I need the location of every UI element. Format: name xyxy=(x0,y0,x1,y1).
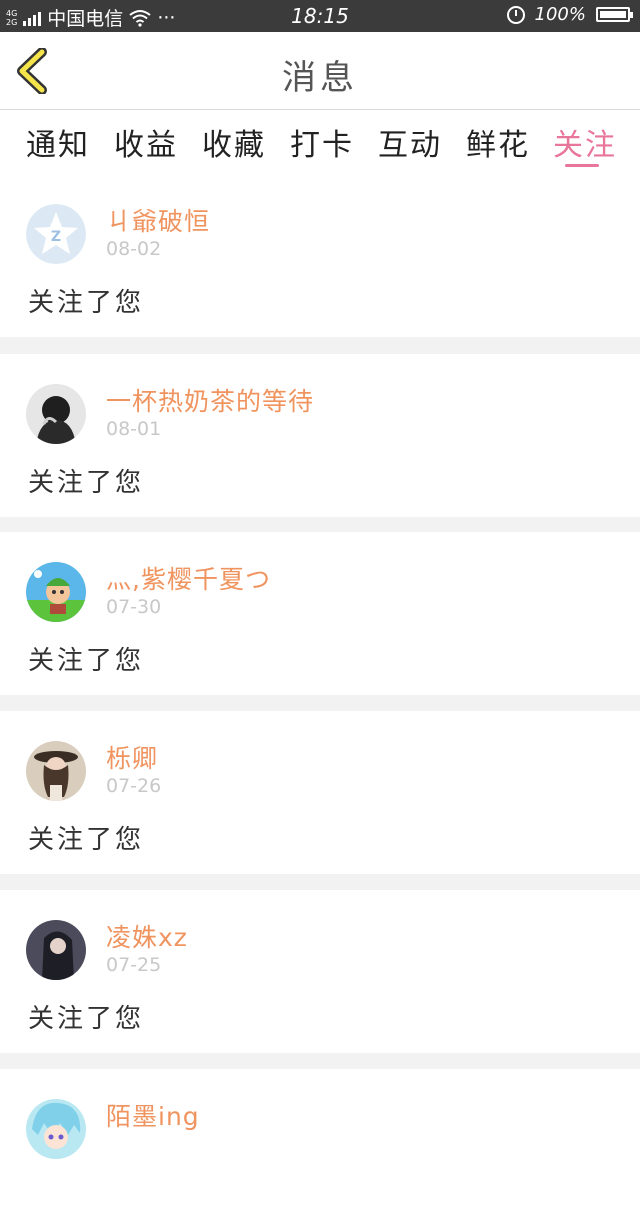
battery-percent: 100% xyxy=(534,4,586,25)
list-item[interactable]: 凌姝xz 07-25 关注了您 xyxy=(0,890,640,1053)
avatar[interactable] xyxy=(26,920,86,980)
list-item[interactable]: 灬,紫樱千夏つ 07-30 关注了您 xyxy=(0,532,640,695)
username[interactable]: 灬,紫樱千夏つ xyxy=(106,560,271,596)
username[interactable]: 陌墨ing xyxy=(106,1097,200,1133)
message-date: 07-26 xyxy=(106,775,162,797)
message-text: 关注了您 xyxy=(28,288,145,318)
message-text: 关注了您 xyxy=(28,825,145,855)
tab-following[interactable]: 关注 xyxy=(553,120,617,164)
avatar[interactable] xyxy=(26,562,86,622)
avatar[interactable]: Z xyxy=(26,204,86,264)
nav-bar: 消息 xyxy=(0,32,640,110)
battery-icon xyxy=(596,7,633,22)
active-tab-indicator xyxy=(565,164,599,167)
message-text: 关注了您 xyxy=(28,468,145,498)
tab-flowers[interactable]: 鲜花 xyxy=(466,120,530,164)
avatar[interactable] xyxy=(26,741,86,801)
status-bar: 4G 2G 中国电信 ··· 18:15 100% xyxy=(0,0,640,32)
message-text: 关注了您 xyxy=(28,646,145,676)
tab-interactions[interactable]: 互动 xyxy=(378,120,442,164)
username[interactable]: 凌姝xz xyxy=(106,918,188,954)
username[interactable]: ㄐ爺破恒 xyxy=(106,202,210,238)
default-avatar-icon: Z xyxy=(26,204,86,264)
tab-favorites[interactable]: 收藏 xyxy=(202,120,266,164)
cartoon-avatar xyxy=(26,562,86,622)
username[interactable]: 一杯热奶茶的等待 xyxy=(106,382,314,418)
avatar[interactable] xyxy=(26,1099,86,1159)
tab-earnings[interactable]: 收益 xyxy=(114,120,178,164)
user-photo xyxy=(26,384,86,444)
list-item[interactable]: 陌墨ing xyxy=(0,1069,640,1232)
message-date: 07-30 xyxy=(106,596,162,618)
list-item[interactable]: Z ㄐ爺破恒 08-02 关注了您 xyxy=(0,174,640,337)
list-item[interactable]: 一杯热奶茶的等待 08-01 关注了您 xyxy=(0,354,640,517)
anime-avatar xyxy=(26,1099,86,1159)
alarm-icon xyxy=(506,5,525,24)
page-title: 消息 xyxy=(282,58,358,98)
user-photo xyxy=(26,920,86,980)
message-date: 08-02 xyxy=(106,238,162,260)
tab-notifications[interactable]: 通知 xyxy=(26,120,90,164)
tab-checkin[interactable]: 打卡 xyxy=(290,120,354,164)
svg-text:Z: Z xyxy=(51,229,61,245)
username[interactable]: 栎卿 xyxy=(106,739,158,775)
message-date: 08-01 xyxy=(106,418,162,440)
message-text: 关注了您 xyxy=(28,1004,145,1034)
status-bar-right: 100% xyxy=(506,4,633,25)
avatar[interactable] xyxy=(26,384,86,444)
tab-bar: 通知 收益 收藏 打卡 互动 鲜花 关注 xyxy=(0,110,640,174)
message-date: 07-25 xyxy=(106,954,162,976)
user-photo xyxy=(26,741,86,801)
list-item[interactable]: 栎卿 07-26 关注了您 xyxy=(0,711,640,874)
